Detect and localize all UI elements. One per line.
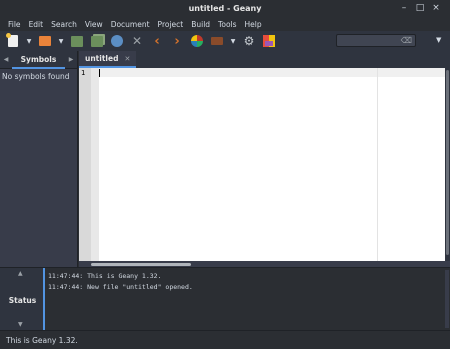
code-editor[interactable]: 1 [79,68,445,261]
message-scrollbar[interactable] [445,270,449,328]
revert-button[interactable] [110,34,124,48]
execute-button[interactable]: ⚙ [242,34,256,48]
tab-status[interactable]: Status [0,296,45,305]
title-bar: untitled - Geany – □ × [0,0,450,17]
status-bar: This is Geany 1.32. [0,330,450,349]
sidebar-tabs: ◀ Symbols ▶ [0,51,77,69]
new-file-dropdown[interactable]: ▼ [26,34,32,48]
close-window-icon[interactable]: × [430,2,442,14]
tab-untitled[interactable]: untitled ✕ [79,51,137,68]
message-window: ▲ Status ▼ 11:47:44: This is Geany 1.32.… [0,267,450,331]
long-line-marker [377,68,378,261]
message-next-tab-icon[interactable]: ▼ [18,321,23,328]
save-button[interactable] [70,34,84,48]
tab-label: untitled [85,54,119,63]
menu-view[interactable]: View [81,20,107,29]
scrollbar-thumb[interactable] [91,263,191,266]
status-text: This is Geany 1.32. [6,335,78,345]
build-dropdown[interactable]: ▼ [230,34,236,48]
close-tab-icon[interactable]: ✕ [124,55,130,63]
color-chooser-button[interactable] [262,34,276,48]
tab-symbols[interactable]: Symbols [12,51,65,69]
menu-edit[interactable]: Edit [25,20,48,29]
current-line-highlight [99,68,445,77]
compile-button[interactable] [190,34,204,48]
sidebar-next-tab-icon[interactable]: ▶ [65,56,77,63]
line-number: 1 [81,69,86,77]
menu-build[interactable]: Build [187,20,214,29]
open-file-icon [39,36,51,46]
editor-vertical-scrollbar[interactable] [445,68,450,261]
open-recent-dropdown[interactable]: ▼ [58,34,64,48]
log-line: 11:47:44: This is Geany 1.32. [48,272,162,280]
open-file-button[interactable] [38,34,52,48]
fold-margin[interactable] [91,68,99,261]
compile-icon [191,35,203,47]
save-all-icon [91,35,103,47]
text-caret [99,69,100,77]
menu-bar: File Edit Search View Document Project B… [0,17,450,31]
navigate-back-icon: ‹ [154,33,160,49]
new-file-icon [6,33,18,47]
message-prev-tab-icon[interactable]: ▲ [18,270,23,277]
menu-project[interactable]: Project [154,20,188,29]
revert-icon [111,35,123,47]
maximize-icon[interactable]: □ [414,2,426,14]
log-line: 11:47:44: New file "untitled" opened. [48,283,193,291]
execute-icon: ⚙ [243,34,255,48]
symbols-empty-message: No symbols found [2,72,70,81]
menu-search[interactable]: Search [47,20,81,29]
build-button[interactable] [210,34,224,48]
sidebar-prev-tab-icon[interactable]: ◀ [0,56,12,63]
window-controls: – □ × [398,2,442,14]
menu-help[interactable]: Help [241,20,266,29]
navigate-back-button[interactable]: ‹ [150,33,164,49]
color-chooser-icon [263,35,275,47]
navigate-forward-icon: › [174,33,180,49]
scrollbar-thumb[interactable] [446,70,449,255]
menu-document[interactable]: Document [107,20,154,29]
sidebar: ◀ Symbols ▶ No symbols found [0,51,78,267]
status-log: 11:47:44: This is Geany 1.32. 11:47:44: … [48,271,193,293]
save-all-button[interactable] [90,34,104,48]
toolbar-search-input[interactable]: ⌫ [336,34,416,47]
navigate-forward-button[interactable]: › [170,33,184,49]
editor-tab-bar: untitled ✕ [79,51,450,68]
menu-file[interactable]: File [4,20,25,29]
new-file-button[interactable] [6,33,20,48]
close-file-icon: ✕ [131,34,143,48]
message-tabs: ▲ Status ▼ [0,268,45,331]
build-icon [211,37,223,45]
save-icon [71,35,83,47]
toolbar-overflow-dropdown[interactable]: ▼ [436,36,441,44]
window-title: untitled - Geany [188,4,262,13]
close-file-button[interactable]: ✕ [130,34,144,48]
clear-search-icon[interactable]: ⌫ [401,36,412,45]
menu-tools[interactable]: Tools [214,20,240,29]
minimize-icon[interactable]: – [398,2,410,14]
